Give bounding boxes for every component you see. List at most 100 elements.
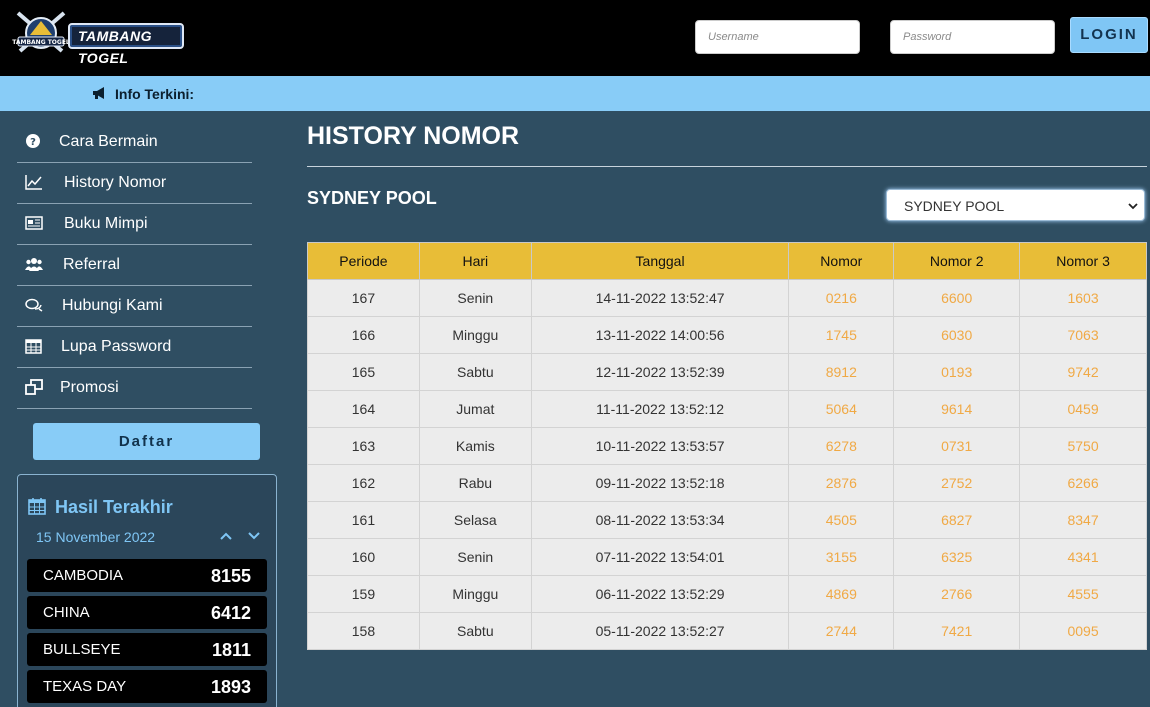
cell-tanggal: 11-11-2022 13:52:12 (530, 390, 790, 428)
cell-nomor: 2744 (788, 612, 895, 650)
cell-tanggal: 12-11-2022 13:52:39 (530, 353, 790, 391)
cell-nomor-3: 1603 (1019, 279, 1147, 317)
daftar-button[interactable]: Daftar (33, 423, 260, 460)
column-header-nomor: Nomor (788, 242, 895, 280)
cell-nomor-2: 7421 (893, 612, 1021, 650)
sidebar-item-referral[interactable]: Referral (17, 245, 252, 286)
password-input[interactable]: Password (890, 20, 1055, 54)
line-chart-icon (25, 175, 42, 190)
result-market-name: BULLSEYE (43, 641, 121, 658)
chevron-down-icon[interactable] (247, 531, 261, 541)
table-row: 160 Senin 07-11-2022 13:54:01 3155 6325 4341 (307, 538, 1147, 576)
latest-results-panel: Hasil Terakhir 15 November 2022 CAMBODIA… (17, 474, 277, 707)
cell-nomor-2: 6030 (893, 316, 1021, 354)
sidebar-item-label: Promosi (60, 379, 119, 396)
cell-periode: 165 (307, 353, 420, 391)
cell-nomor: 4505 (788, 501, 895, 539)
cell-nomor-2: 0731 (893, 427, 1021, 465)
cell-nomor: 1745 (788, 316, 895, 354)
cell-nomor-2: 0193 (893, 353, 1021, 391)
cell-nomor-3: 9742 (1019, 353, 1147, 391)
result-number: 8155 (210, 566, 251, 586)
top-header: TAMBANG TOGEL TAMBANG TOGEL Username Pas… (0, 0, 1150, 76)
sidebar-item-buku-mimpi[interactable]: Buku Mimpi (17, 204, 252, 245)
sidebar-item-label: Lupa Password (61, 338, 172, 355)
result-market-name: CAMBODIA (43, 567, 124, 584)
newspaper-icon (25, 216, 43, 230)
cell-nomor-3: 5750 (1019, 427, 1147, 465)
sidebar-item-label: Referral (63, 256, 120, 273)
cell-nomor: 3155 (788, 538, 895, 576)
page-title: HISTORY NOMOR (307, 122, 520, 150)
chat-bubbles-icon (25, 298, 43, 312)
cell-tanggal: 14-11-2022 13:52:47 (530, 279, 790, 317)
result-number: 1811 (211, 640, 251, 660)
cell-nomor: 4869 (788, 575, 895, 613)
sidebar-item-label: Cara Bermain (59, 133, 158, 150)
result-number: 6412 (210, 603, 251, 623)
table-row: 165 Sabtu 12-11-2022 13:52:39 8912 0193 9742 (307, 353, 1147, 391)
cell-periode: 164 (307, 390, 420, 428)
column-header-tanggal: Tanggal (530, 242, 790, 280)
pickaxe-emblem-icon: TAMBANG TOGEL (12, 11, 70, 53)
table-row: 164 Jumat 11-11-2022 13:52:12 5064 9614 0459 (307, 390, 1147, 428)
svg-text:?: ? (30, 137, 36, 148)
table-row: 166 Minggu 13-11-2022 14:00:56 1745 6030 7063 (307, 316, 1147, 354)
cell-nomor-3: 6266 (1019, 464, 1147, 502)
cell-nomor-3: 0095 (1019, 612, 1147, 650)
cell-periode: 166 (307, 316, 420, 354)
username-input[interactable]: Username (695, 20, 860, 54)
table-row: 163 Kamis 10-11-2022 13:53:57 6278 0731 5750 (307, 427, 1147, 465)
cell-periode: 159 (307, 575, 420, 613)
column-header-nomor-2: Nomor 2 (893, 242, 1021, 280)
calendar-icon (28, 498, 46, 515)
table-row: 159 Minggu 06-11-2022 13:52:29 4869 2766 4555 (307, 575, 1147, 613)
cell-periode: 167 (307, 279, 420, 317)
login-button[interactable]: LOGIN (1070, 17, 1148, 53)
sidebar-item-cara-bermain[interactable]: ? Cara Bermain (17, 122, 252, 163)
cell-tanggal: 07-11-2022 13:54:01 (530, 538, 790, 576)
cell-hari: Senin (418, 538, 532, 576)
cell-tanggal: 08-11-2022 13:53:34 (530, 501, 790, 539)
sidebar-item-lupa-password[interactable]: Lupa Password (17, 327, 252, 368)
cell-tanggal: 05-11-2022 13:52:27 (530, 612, 790, 650)
sidebar-item-hubungi-kami[interactable]: Hubungi Kami (17, 286, 252, 327)
logo-text: TAMBANG TOGEL (68, 23, 184, 66)
cell-nomor-3: 7063 (1019, 316, 1147, 354)
sidebar-item-label: Hubungi Kami (62, 297, 163, 314)
cell-hari: Selasa (418, 501, 532, 539)
cell-nomor-2: 2766 (893, 575, 1021, 613)
pool-select-value: SYDNEY POOL (904, 198, 1005, 214)
result-market-name: CHINA (43, 604, 90, 621)
megaphone-icon (93, 87, 104, 99)
sidebar-item-label: History Nomor (64, 174, 167, 191)
windows-icon (25, 379, 43, 395)
table-row: 167 Senin 14-11-2022 13:52:47 0216 6600 1603 (307, 279, 1147, 317)
pool-select-dropdown[interactable]: SYDNEY POOL (886, 189, 1145, 221)
cell-nomor-2: 9614 (893, 390, 1021, 428)
result-row: CAMBODIA 8155 (27, 559, 267, 592)
cell-tanggal: 09-11-2022 13:52:18 (530, 464, 790, 502)
sidebar-item-promosi[interactable]: Promosi (17, 368, 252, 409)
cell-nomor-3: 8347 (1019, 501, 1147, 539)
sidebar-item-history-nomor[interactable]: History Nomor (17, 163, 252, 204)
calendar-icon (25, 339, 42, 354)
title-divider (307, 166, 1147, 167)
result-row: BULLSEYE 1811 (27, 633, 267, 666)
site-logo[interactable]: TAMBANG TOGEL TAMBANG TOGEL (12, 7, 184, 66)
sidebar-item-label: Buku Mimpi (64, 215, 148, 232)
column-header-periode: Periode (307, 242, 420, 280)
cell-hari: Minggu (418, 575, 532, 613)
table-row: 162 Rabu 09-11-2022 13:52:18 2876 2752 6266 (307, 464, 1147, 502)
cell-periode: 158 (307, 612, 420, 650)
chevron-up-icon[interactable] (219, 531, 233, 541)
cell-nomor-3: 4341 (1019, 538, 1147, 576)
cell-hari: Kamis (418, 427, 532, 465)
cell-nomor-3: 0459 (1019, 390, 1147, 428)
cell-tanggal: 13-11-2022 14:00:56 (530, 316, 790, 354)
cell-nomor: 5064 (788, 390, 895, 428)
cell-tanggal: 06-11-2022 13:52:29 (530, 575, 790, 613)
cell-nomor: 6278 (788, 427, 895, 465)
info-bar: Info Terkini: (0, 76, 1150, 111)
cell-hari: Minggu (418, 316, 532, 354)
